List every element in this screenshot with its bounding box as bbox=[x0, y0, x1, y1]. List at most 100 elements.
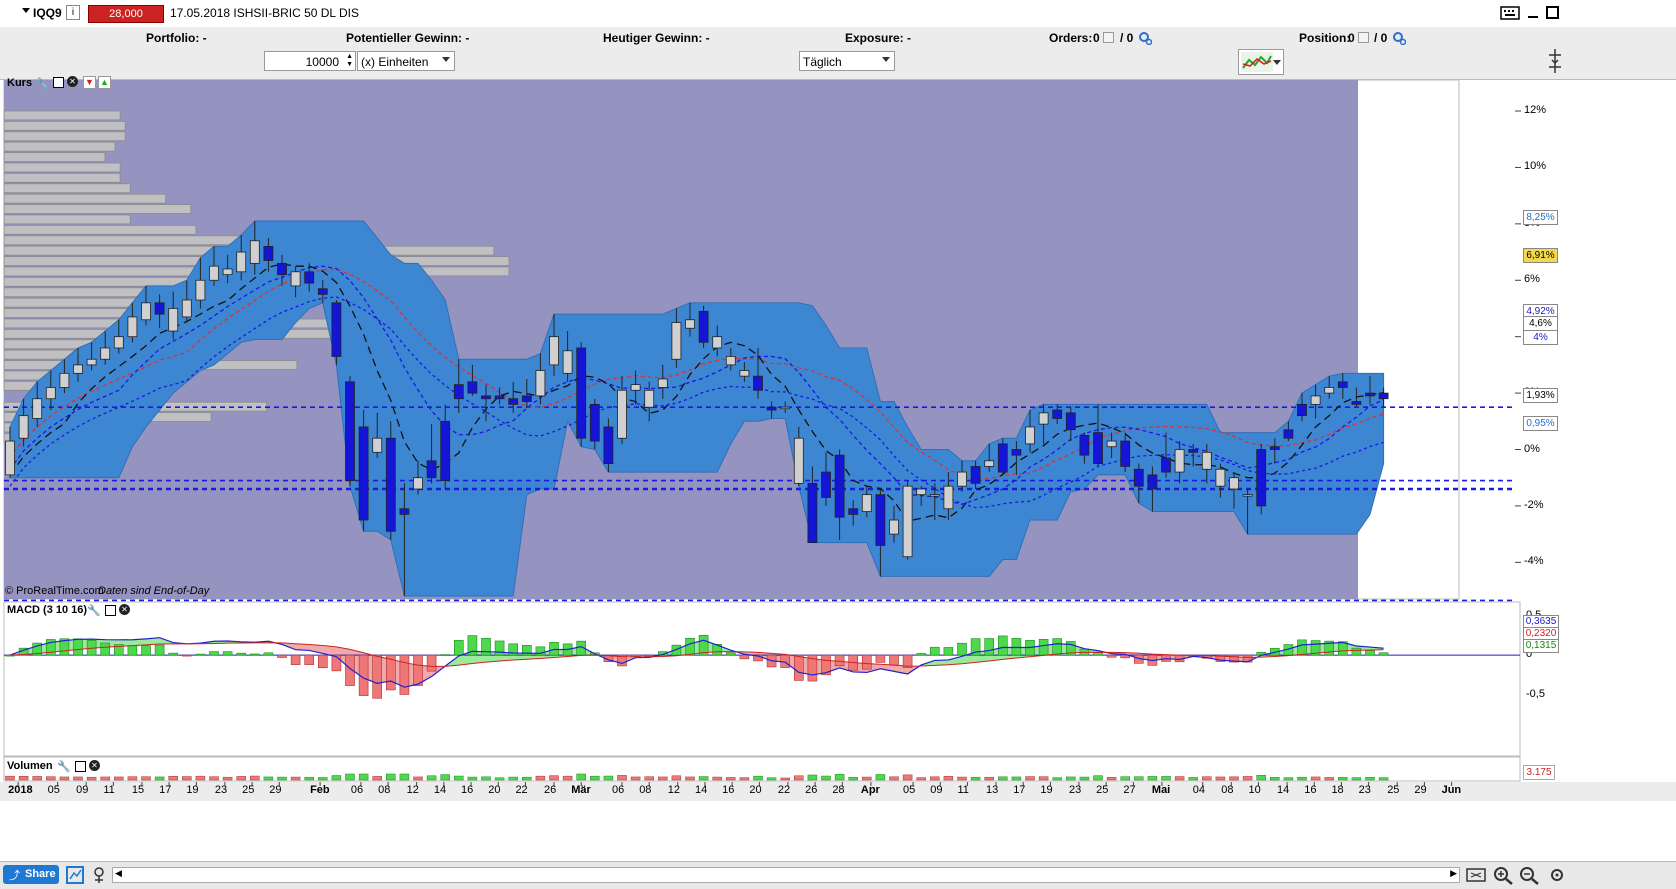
volume-bar bbox=[1052, 777, 1062, 781]
crosshair-icon[interactable] bbox=[65, 865, 85, 885]
close-panel-icon[interactable]: ✕ bbox=[89, 760, 100, 771]
period-select-value[interactable]: Täglich bbox=[803, 55, 842, 69]
candle-body bbox=[86, 358, 97, 366]
wrench-icon[interactable]: 🔧 bbox=[87, 604, 101, 617]
volume-bar bbox=[222, 776, 233, 781]
fit-to-screen-icon[interactable] bbox=[1465, 865, 1487, 885]
orders-close-icon[interactable] bbox=[1103, 32, 1114, 43]
chart-type-button[interactable] bbox=[1238, 49, 1284, 75]
symbol-label[interactable]: IQQ9 bbox=[33, 6, 62, 20]
scroll-right-icon[interactable]: ▶ bbox=[1450, 868, 1457, 879]
profile-bar bbox=[3, 349, 76, 360]
volume-bar bbox=[957, 776, 967, 781]
move-up-icon[interactable]: ▲ bbox=[98, 76, 111, 89]
candle-body bbox=[1052, 409, 1063, 419]
chart-type-icon[interactable] bbox=[1241, 52, 1273, 72]
candle-body bbox=[889, 519, 899, 535]
chevron-down-icon[interactable] bbox=[1273, 60, 1281, 65]
volume-bar bbox=[331, 775, 342, 781]
macd-histogram-bar bbox=[73, 638, 83, 656]
volume-bar bbox=[576, 773, 586, 781]
unit-select[interactable]: (x) Einheiten bbox=[357, 51, 455, 71]
candle-body bbox=[589, 403, 600, 442]
candle-body bbox=[59, 372, 70, 388]
x-tick-label: 06 bbox=[350, 784, 364, 796]
position-gear-icon[interactable] bbox=[1392, 31, 1406, 45]
candle-body bbox=[997, 443, 1008, 473]
unit-select-value[interactable]: (x) Einheiten bbox=[361, 55, 428, 69]
wrench-icon[interactable]: 🔧 bbox=[35, 77, 49, 90]
wrench-icon[interactable]: 🔧 bbox=[57, 760, 71, 773]
quantity-input[interactable]: 10000 ▲ ▼ bbox=[264, 51, 356, 71]
candle-body bbox=[1229, 477, 1239, 490]
info-icon[interactable]: i bbox=[66, 5, 80, 20]
chevron-down-icon[interactable] bbox=[442, 57, 450, 62]
macd-histogram-bar bbox=[1378, 652, 1389, 656]
candle-body bbox=[426, 460, 437, 479]
zoom-in-icon[interactable] bbox=[1492, 865, 1514, 885]
share-button[interactable]: ⤴ Share bbox=[3, 865, 59, 884]
candle-body bbox=[222, 268, 233, 276]
title-bar: IQQ9 i 28,000 (-0,90%) 17.05.2018 ISHSII… bbox=[0, 0, 1676, 36]
x-tick-label: 14 bbox=[433, 784, 447, 796]
move-down-icon[interactable]: ▼ bbox=[83, 76, 96, 89]
candle-body bbox=[929, 494, 940, 497]
maximize-panel-icon[interactable] bbox=[53, 77, 64, 88]
x-tick-label: 18 bbox=[1331, 784, 1344, 796]
candle-body bbox=[821, 471, 831, 498]
volume-bar bbox=[318, 777, 328, 781]
x-tick-label: 28 bbox=[832, 784, 845, 796]
quantity-stepper-icon[interactable]: ▲ ▼ bbox=[346, 53, 353, 69]
last-value-label: 6,91% bbox=[1523, 247, 1558, 263]
position-close-icon[interactable] bbox=[1358, 32, 1369, 43]
maximize-icon[interactable] bbox=[1546, 6, 1560, 20]
chevron-down-icon[interactable] bbox=[882, 57, 890, 62]
pin-icon[interactable] bbox=[1546, 46, 1564, 76]
volume-panel-label: Volumen bbox=[7, 760, 53, 772]
period-select[interactable]: Täglich bbox=[799, 51, 895, 71]
scroll-left-icon[interactable]: ◀ bbox=[115, 868, 122, 879]
volume-bar bbox=[780, 777, 790, 781]
macd-histogram-bar bbox=[453, 640, 464, 656]
candle-body bbox=[1093, 432, 1103, 465]
volume-bar bbox=[930, 776, 940, 781]
candle-body bbox=[739, 370, 750, 377]
close-panel-icon[interactable]: ✕ bbox=[119, 604, 130, 615]
today-gain-label: Heutiger Gewinn: - bbox=[603, 31, 710, 45]
macd-histogram-bar bbox=[1351, 647, 1362, 656]
volume-last-label: 3.175 bbox=[1523, 765, 1555, 780]
x-tick-label: 25 bbox=[1387, 784, 1400, 796]
close-panel-icon[interactable]: ✕ bbox=[67, 76, 78, 87]
symbol-dropdown-arrow-icon[interactable] bbox=[22, 8, 30, 13]
candle-body bbox=[1215, 468, 1226, 487]
volume-bar bbox=[1351, 777, 1362, 781]
x-tick-label: 26 bbox=[805, 784, 818, 796]
volume-bar bbox=[1120, 776, 1130, 781]
x-tick-label: 05 bbox=[47, 784, 60, 796]
copyright-note: © ProRealTime.com bbox=[5, 585, 104, 597]
volume-bar bbox=[1256, 775, 1266, 781]
candle-body bbox=[712, 336, 723, 349]
profile-bar bbox=[3, 204, 192, 214]
volume-bar bbox=[522, 776, 532, 781]
chart-area[interactable] bbox=[0, 80, 1676, 861]
macd-last-label: 0,1315 bbox=[1523, 638, 1559, 653]
quantity-value[interactable]: 10000 bbox=[306, 55, 339, 69]
x-tick-label: 27 bbox=[1123, 784, 1136, 796]
horizontal-scrollbar[interactable]: ◀ ▶ bbox=[112, 867, 1460, 883]
maximize-panel-icon[interactable] bbox=[105, 605, 116, 616]
position-label: Position: bbox=[1299, 31, 1351, 45]
orders-gear-icon[interactable] bbox=[1138, 31, 1152, 45]
candle-body bbox=[494, 395, 505, 400]
keyboard-icon[interactable] bbox=[1500, 6, 1520, 20]
volume-bar bbox=[426, 775, 437, 781]
volume-bar bbox=[413, 776, 423, 781]
maximize-panel-icon[interactable] bbox=[75, 761, 86, 772]
candle-body bbox=[249, 240, 260, 264]
minimize-icon[interactable] bbox=[1527, 6, 1539, 20]
volume-bar bbox=[277, 776, 287, 781]
settings-icon[interactable] bbox=[1546, 865, 1568, 885]
volume-bar bbox=[1324, 777, 1334, 781]
zoom-out-icon[interactable] bbox=[1518, 865, 1540, 885]
cursor-tool-icon[interactable] bbox=[90, 865, 108, 885]
